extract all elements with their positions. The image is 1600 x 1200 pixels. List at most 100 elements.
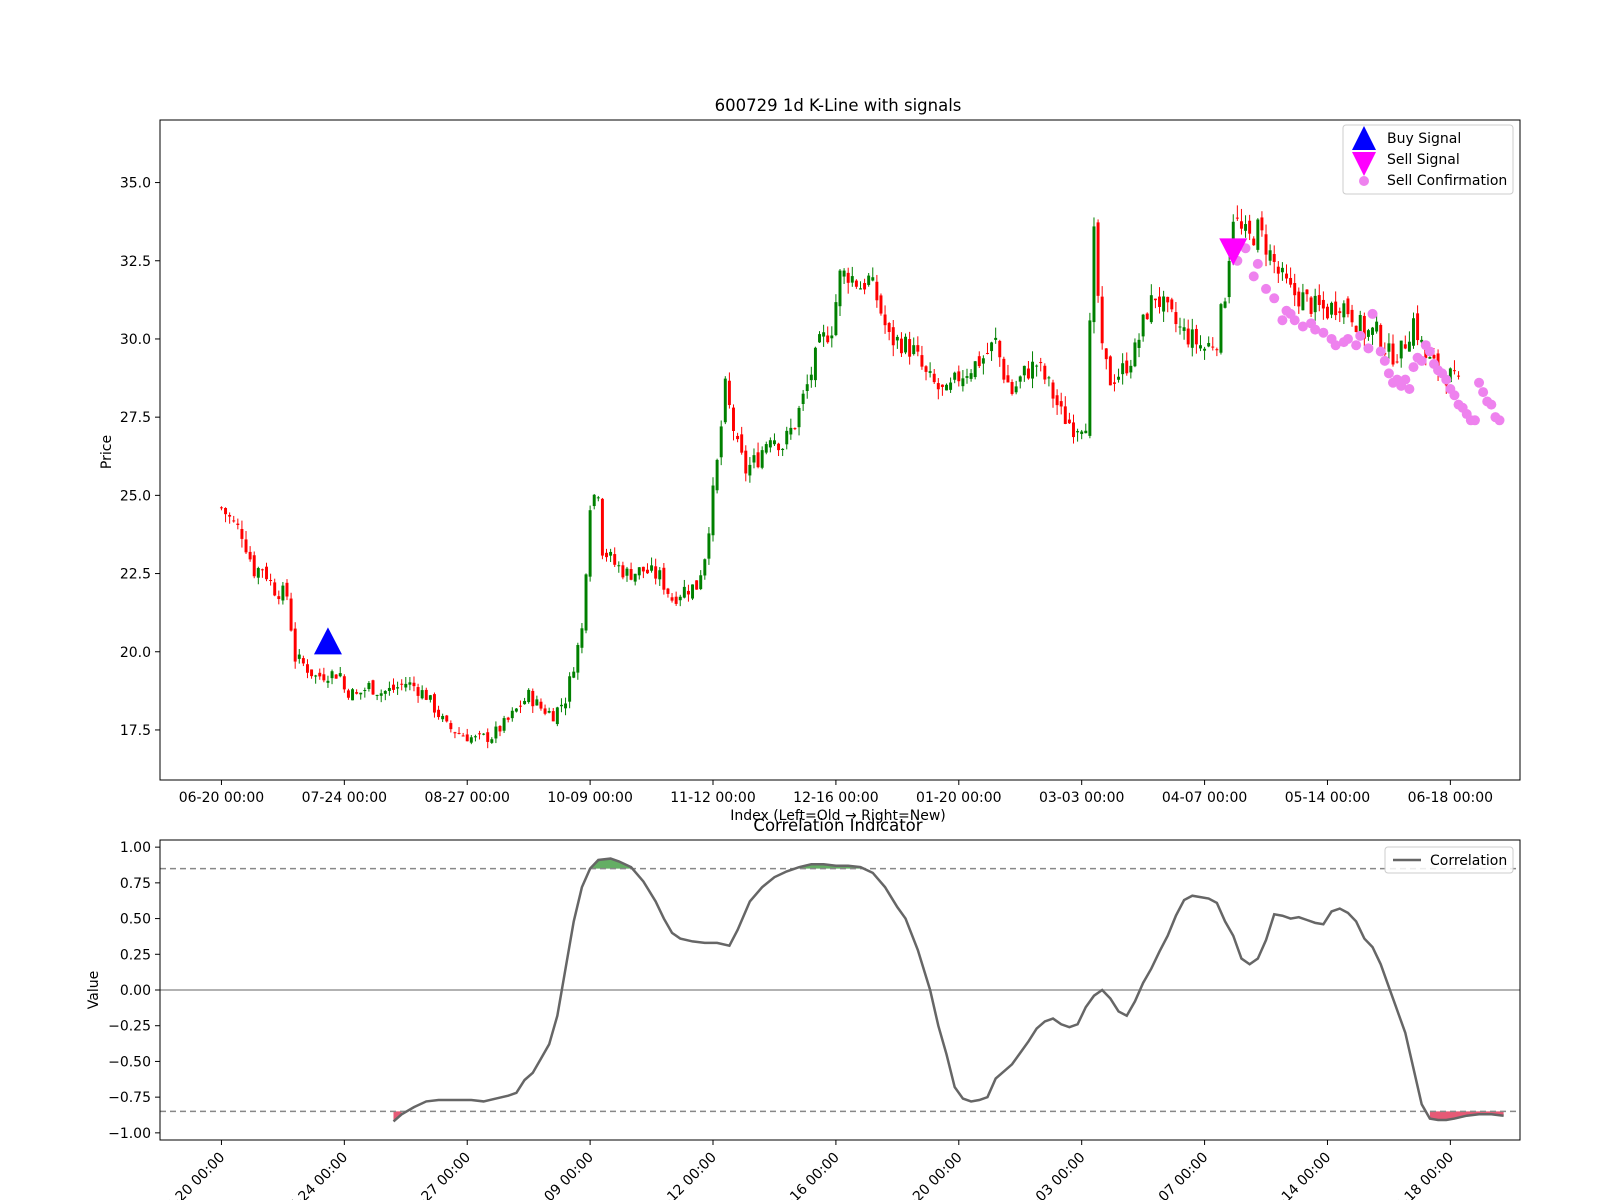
- legend-confirmation-label: Sell Confirmation: [1387, 173, 1507, 189]
- candle-body: [547, 711, 551, 713]
- candle-body: [912, 345, 916, 355]
- candle-body: [633, 573, 637, 582]
- candle-body: [1366, 330, 1370, 337]
- x-tick-label: 04-07 00:00: [1140, 1150, 1212, 1200]
- sell-confirmation-point: [1478, 387, 1489, 398]
- candle-body: [1457, 375, 1461, 377]
- candle-body: [1022, 365, 1026, 376]
- candle-body: [715, 459, 719, 491]
- candle-body: [551, 711, 555, 722]
- candle-body: [1395, 361, 1399, 363]
- sell-confirmation-point: [1424, 346, 1435, 357]
- candle-body: [1375, 321, 1379, 332]
- sell-confirmation-point: [1408, 362, 1419, 373]
- candle-body: [1170, 299, 1174, 310]
- y-tick-label: 0.50: [120, 912, 151, 928]
- candle-body: [1416, 313, 1420, 341]
- candle-body: [330, 671, 334, 679]
- candle-body: [1014, 386, 1018, 393]
- candle-body: [400, 683, 404, 685]
- kline-plot-frame: [159, 119, 1521, 781]
- candle-body: [949, 382, 953, 390]
- candle-body: [326, 680, 330, 683]
- x-tick-label: 01-20 00:00: [894, 1150, 966, 1200]
- candle-body: [318, 672, 322, 677]
- candle-body: [1432, 354, 1436, 359]
- y-tick-label: 30.0: [120, 332, 151, 348]
- candle-body: [1256, 219, 1260, 250]
- sell-confirmation-point: [1486, 399, 1497, 410]
- candle-body: [945, 384, 948, 391]
- candle-body: [486, 732, 490, 742]
- candle-body: [1055, 395, 1059, 406]
- candle-body: [596, 497, 600, 499]
- candle-body: [478, 733, 481, 735]
- candle-body: [539, 701, 543, 709]
- candle-body: [375, 694, 379, 696]
- candle-body: [1149, 295, 1153, 323]
- sell-confirmation-point: [1367, 308, 1378, 319]
- legend-correlation-label: Correlation: [1430, 853, 1507, 869]
- sell-confirmation-point: [1277, 315, 1288, 326]
- candle-body: [748, 464, 752, 476]
- candle-body: [416, 687, 420, 696]
- candle-body: [973, 361, 977, 378]
- candle-body: [506, 717, 510, 720]
- candle-body: [514, 708, 518, 712]
- correlation-x-axis: 06-20 00:00 07-24 00:00 08-27 00:00 10-09 0…: [157, 1140, 1457, 1200]
- candle-body: [1305, 289, 1309, 295]
- candle-body: [383, 690, 387, 694]
- candle-body: [842, 270, 846, 277]
- candle-body: [510, 710, 514, 719]
- candle-body: [785, 430, 789, 445]
- candle-body: [805, 384, 809, 392]
- kline-chart: 600729 1d K-Line with signals 17.5 20.0 22…: [99, 96, 1521, 824]
- candle-body: [428, 695, 432, 700]
- candle-body: [310, 669, 314, 677]
- y-tick-label: 25.0: [120, 488, 151, 504]
- candle-body: [588, 510, 592, 577]
- candle-body: [1047, 377, 1051, 379]
- correlation-title: Correlation Indicator: [753, 816, 922, 835]
- candle-body: [658, 570, 662, 580]
- legend-buy-label: Buy Signal: [1387, 131, 1461, 147]
- candle-body: [1186, 328, 1190, 345]
- candle-body: [1289, 277, 1293, 285]
- correlation-legend: Correlation: [1384, 846, 1514, 874]
- candle-body: [1117, 376, 1121, 380]
- x-tick-label: 10-09 00:00: [525, 1150, 597, 1200]
- candle-body: [1219, 304, 1223, 353]
- candle-body: [826, 335, 830, 343]
- candle-body: [707, 533, 711, 559]
- candle-body: [1051, 382, 1055, 399]
- candle-body: [424, 689, 428, 700]
- candle-body: [1112, 382, 1116, 384]
- candle-body: [1162, 296, 1166, 312]
- candle-body: [1043, 365, 1047, 380]
- candle-body: [1391, 343, 1395, 365]
- candle-body: [1092, 226, 1096, 323]
- candle-body: [1260, 217, 1264, 231]
- candle-body: [859, 288, 862, 290]
- kline-y-axis-label: Price: [99, 435, 115, 469]
- sell-confirmation-point: [1379, 355, 1390, 366]
- candle-body: [895, 336, 899, 341]
- sell-confirmation-point: [1494, 415, 1505, 426]
- candle-body: [645, 569, 649, 574]
- x-tick-label: 06-20 00:00: [157, 1150, 229, 1200]
- sell-confirmation-point: [1404, 384, 1415, 395]
- candle-body: [564, 703, 568, 709]
- candle-body: [699, 575, 703, 590]
- candle-body: [1076, 431, 1080, 433]
- candle-body: [957, 371, 961, 382]
- candle-body: [916, 345, 920, 352]
- candle-body: [1145, 313, 1149, 320]
- sell-confirmation-point: [1351, 340, 1362, 351]
- candle-body: [1235, 217, 1239, 219]
- sell-confirmation-point: [1469, 415, 1480, 426]
- candle-body: [412, 682, 416, 687]
- x-tick-label: 03-03 00:00: [1017, 1150, 1089, 1200]
- candle-body: [654, 566, 658, 579]
- candle-body: [1412, 318, 1415, 346]
- signals-layer: [313, 238, 1505, 655]
